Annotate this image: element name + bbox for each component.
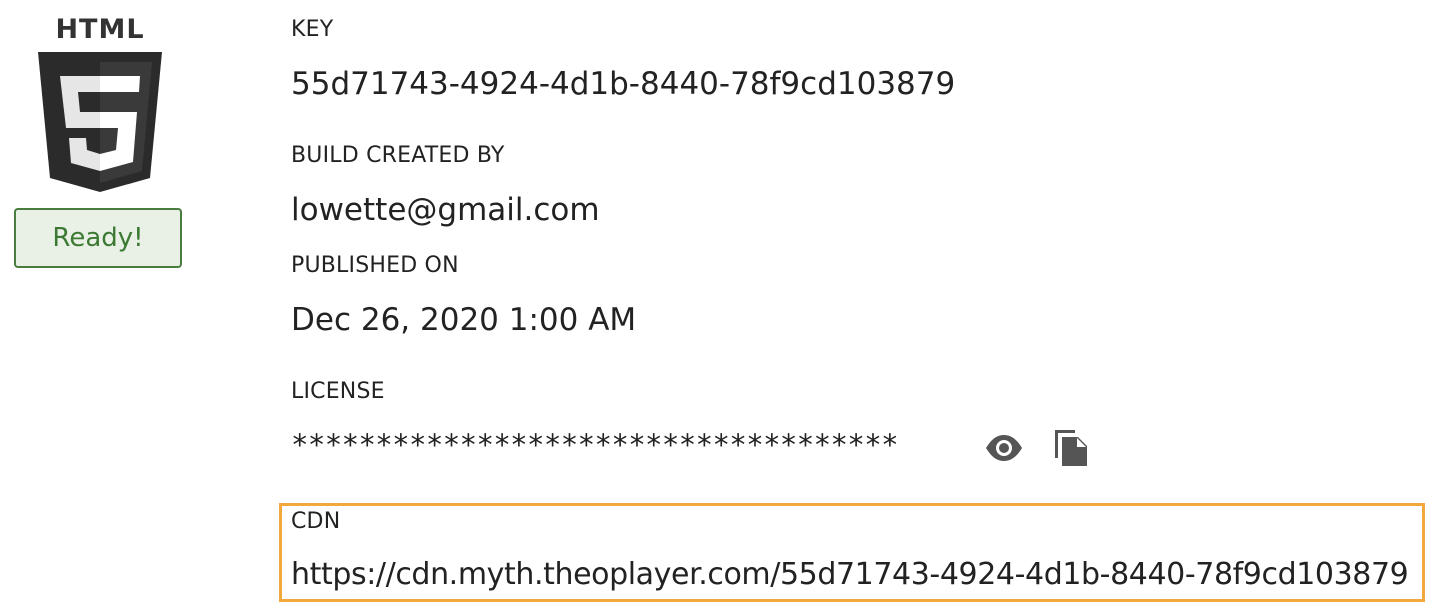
key-label: KEY [291,17,334,42]
build-details-panel: HTML Ready! KEY 55d71743-4924-4d1b-8440-… [0,0,1434,616]
published-on-value: Dec 26, 2020 1:00 AM [291,302,637,338]
status-badge: Ready! [14,208,182,268]
published-on-label: PUBLISHED ON [291,253,459,278]
svg-text:HTML: HTML [55,14,144,45]
eye-icon [986,435,1022,461]
created-by-label: BUILD CREATED BY [291,143,505,168]
cdn-label: CDN [291,509,341,534]
license-label: LICENSE [291,379,385,404]
reveal-license-button[interactable] [984,432,1024,464]
created-by-value: lowette@gmail.com [291,192,600,228]
copy-license-button[interactable] [1053,428,1089,468]
cdn-url[interactable]: https://cdn.myth.theoplayer.com/55d71743… [291,557,1409,592]
copy-icon [1055,430,1087,466]
license-value-masked: ************************************ [291,428,899,462]
html5-icon: HTML [36,14,164,192]
key-value: 55d71743-4924-4d1b-8440-78f9cd103879 [291,66,956,102]
